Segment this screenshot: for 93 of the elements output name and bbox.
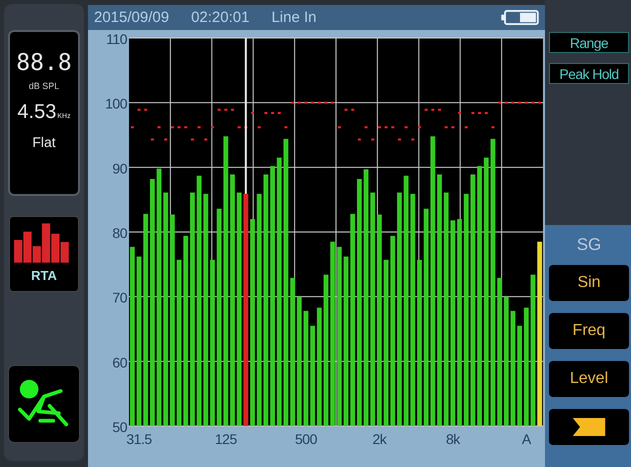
weighting-label: Flat [32,134,56,150]
peak-marker [284,126,288,128]
peak-marker [311,102,314,104]
peak-marker [298,102,301,104]
axis-label: 2k [372,431,386,447]
axis-label: 60 [112,354,127,370]
peak-marker [518,102,522,104]
peak-marker [371,138,374,141]
input-label: Line In [271,9,317,26]
peak-marker [378,126,381,128]
peak-marker [258,126,261,128]
axis-label: 110 [106,31,127,47]
generator-button[interactable]: Freq [549,313,629,349]
peak-marker [538,102,542,104]
level-reading: 88.8 [16,50,72,76]
peak-marker [271,112,274,114]
level-unit: dB SPL [28,81,60,91]
peak-marker [198,126,201,128]
axis-label: 31.5 [126,431,152,447]
peak-marker [398,138,401,141]
axis-label: A [522,431,531,447]
peak-marker [511,102,514,104]
flag-button[interactable] [549,409,629,445]
peak-marker [431,108,434,111]
peak-marker [358,138,361,141]
peak-marker [458,112,462,114]
peak-marker [318,102,321,104]
frequency-reading: 4.53 [17,101,56,124]
peak-marker [411,138,414,141]
date-label: 2015/09/09 [94,9,170,26]
peak-marker [478,112,482,114]
generator-button[interactable]: Level [549,361,629,397]
peak-marker [338,126,341,128]
axis-label: 125 [214,431,237,447]
rta-button[interactable]: RTA [9,216,79,292]
axis-label: 50 [112,419,127,435]
peak-marker [491,126,494,128]
peak-marker [231,108,234,111]
peak-marker [498,102,502,104]
peak-marker [170,126,174,128]
peak-marker [204,138,208,141]
peak-marker [178,126,181,128]
peak-marker [130,126,134,128]
peak-marker [164,138,168,141]
peak-marker [291,102,294,104]
peak-marker [438,108,441,111]
peak-marker [344,108,348,111]
peak-marker [351,108,354,111]
peak-marker [251,112,254,114]
flag-icon [571,416,607,438]
side-button[interactable]: Peak Hold [549,63,629,84]
peak-marker [464,126,468,128]
peak-marker [524,102,528,104]
axis-label: 80 [112,225,127,241]
peak-marker [384,126,388,128]
axis-label: 100 [105,96,127,112]
peak-marker [484,112,488,114]
peak-marker [264,112,268,114]
peak-marker [190,138,194,141]
generator-button[interactable]: Sin [549,265,629,301]
axis-label: 500 [295,431,317,447]
axis-label: 70 [112,290,127,306]
peak-marker [531,102,534,104]
peak-marker [278,112,281,114]
peak-marker [324,102,328,104]
peak-marker [331,102,334,104]
peak-marker [418,126,421,128]
peak-marker [224,108,228,111]
peak-marker [238,126,241,128]
peak-marker [144,108,148,111]
peak-marker [424,108,428,111]
axis-label: 90 [112,160,127,176]
peak-marker [184,126,188,128]
peak-marker [504,102,508,104]
battery-icon [501,10,539,25]
generator-title: SG [576,234,602,256]
peak-marker [391,126,394,128]
peak-marker [244,126,248,128]
time-label: 02:20:01 [191,9,250,26]
peak-marker [444,126,448,128]
side-button[interactable]: Range [549,32,629,53]
peak-marker [218,108,221,111]
peak-marker [451,126,454,128]
figure-button[interactable] [8,365,80,443]
axis-label: 8k [446,431,460,447]
peak-marker [158,126,161,128]
peak-marker [404,126,408,128]
peak-marker [210,126,214,128]
peak-marker [304,102,308,104]
peak-marker [138,108,141,111]
peak-marker [364,126,368,128]
peak-marker [471,112,474,114]
peak-marker [150,138,154,141]
